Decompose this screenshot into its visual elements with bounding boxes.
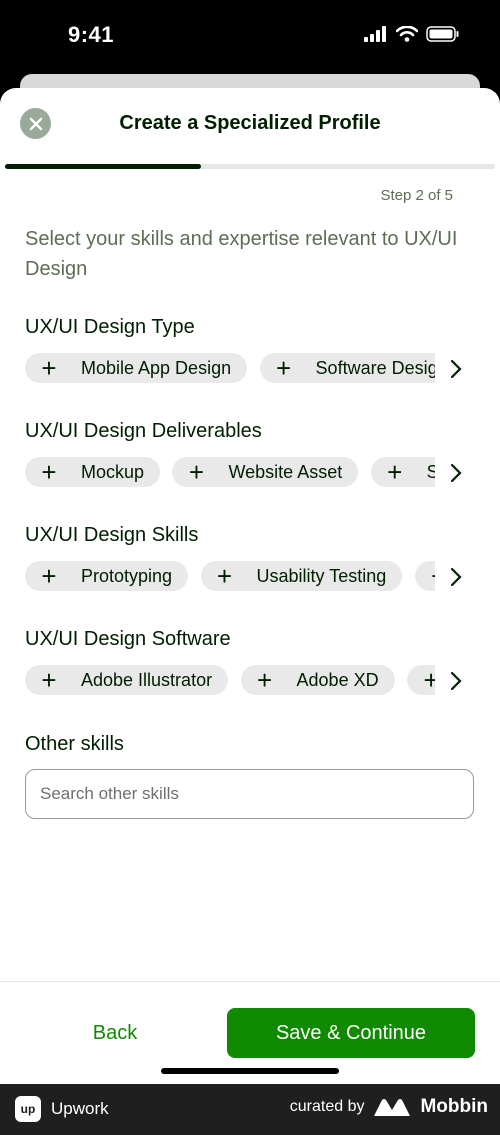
app-name: Upwork: [51, 1099, 109, 1118]
battery-icon: [426, 26, 459, 42]
profile-sheet: Create a Specialized Profile Step 2 of 5…: [0, 88, 500, 1084]
plus-icon: +: [41, 561, 57, 591]
chip-row-software[interactable]: + Adobe Illustrator + Adobe XD +: [25, 665, 435, 697]
plus-icon: +: [256, 665, 273, 695]
section-title-other-skills: Other skills: [25, 733, 124, 755]
section-title-skills: UX/UI Design Skills: [25, 524, 199, 546]
footer-divider: [0, 981, 500, 982]
skill-chip[interactable]: +: [414, 561, 435, 591]
chevron-right-icon[interactable]: [449, 463, 463, 483]
app-brand: up Upwork: [15, 1096, 109, 1122]
home-indicator: [161, 1068, 339, 1074]
skill-chip[interactable]: + Mobile App Design: [25, 353, 248, 383]
upwork-logo-icon: up: [15, 1096, 41, 1122]
section-title-design-type: UX/UI Design Type: [25, 316, 195, 338]
status-bar: 9:41: [0, 0, 500, 80]
back-button[interactable]: Back: [55, 1008, 175, 1058]
plus-icon: +: [41, 665, 57, 695]
plus-icon: +: [427, 561, 435, 591]
plus-icon: +: [387, 457, 403, 487]
skill-chip[interactable]: +: [407, 665, 435, 695]
chip-row-skills[interactable]: +Prototyping +Usability Testing +: [25, 561, 435, 593]
plus-icon: +: [275, 353, 292, 383]
section-title-software: UX/UI Design Software: [25, 628, 231, 650]
skill-chip[interactable]: + Adobe XD: [240, 665, 395, 695]
wifi-icon: [396, 26, 418, 42]
skill-chip[interactable]: + Adobe Illustrator: [25, 665, 229, 695]
chevron-right-icon[interactable]: [449, 359, 463, 379]
plus-icon: +: [423, 665, 435, 695]
mobbin-brand: curated by Mobbin: [290, 1096, 488, 1118]
curated-by-label: curated by: [289, 1098, 365, 1115]
skill-chip[interactable]: + Prototyping: [25, 561, 189, 591]
mobbin-logo-icon: [374, 1099, 411, 1116]
progress-fill: [5, 164, 201, 169]
section-title-deliverables: UX/UI Design Deliverables: [25, 420, 262, 442]
skill-chip[interactable]: + Mockup: [25, 457, 161, 487]
skill-chip[interactable]: + S: [370, 457, 435, 487]
skill-chip[interactable]: + Usability Testing: [200, 561, 403, 591]
plus-icon: +: [41, 353, 57, 383]
plus-icon: +: [188, 457, 205, 487]
step-indicator: Step 2 of 5: [380, 187, 453, 204]
other-skills-search-input[interactable]: [25, 769, 474, 819]
plus-icon: +: [41, 457, 57, 487]
skill-chip[interactable]: + Website Asset: [172, 457, 359, 487]
chip-row-design-type[interactable]: + Mobile App Design + Software Design: [25, 353, 435, 385]
chip-row-deliverables[interactable]: + Mockup + Website Asset + S: [25, 457, 435, 489]
plus-icon: +: [216, 561, 233, 591]
brand-bar: up Upwork curated by Mobbin: [0, 1084, 500, 1135]
status-icons: [364, 26, 460, 42]
intro-text: Select your skills and expertise relevan…: [25, 228, 458, 280]
status-time: 9:41: [68, 22, 115, 47]
skill-chip[interactable]: + Software Design: [259, 353, 435, 383]
page-title: Create a Specialized Profile: [119, 112, 381, 134]
chevron-right-icon[interactable]: [449, 671, 463, 691]
mobbin-name: Mobbin: [420, 1096, 488, 1117]
chevron-right-icon[interactable]: [449, 567, 463, 587]
save-continue-button[interactable]: Save & Continue: [227, 1008, 475, 1058]
signal-icon: [364, 26, 386, 42]
progress-bar: [5, 164, 495, 169]
